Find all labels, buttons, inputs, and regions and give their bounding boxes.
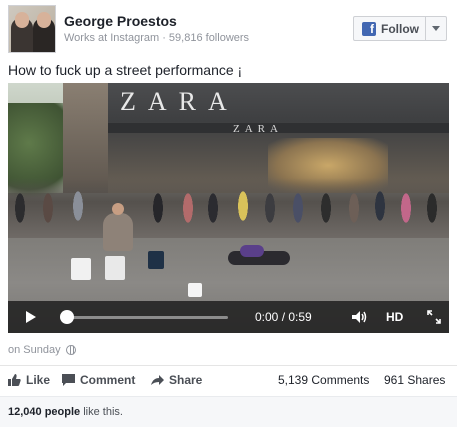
scene-bucket <box>71 258 91 280</box>
hd-toggle[interactable]: HD <box>386 310 403 324</box>
author-name[interactable]: George Proestos <box>64 13 177 29</box>
comment-icon <box>62 374 75 386</box>
scene-bucket <box>105 256 125 280</box>
progress-track[interactable] <box>68 316 228 319</box>
caret-down-icon <box>432 26 441 31</box>
likes-suffix: like this. <box>80 406 123 418</box>
avatar-head-right <box>37 12 51 28</box>
share-label: Share <box>169 373 203 387</box>
follow-button[interactable]: f Follow <box>354 17 425 40</box>
progress-knob[interactable] <box>60 310 74 324</box>
video-controls: 0:00 / 0:59 HD <box>8 301 449 333</box>
fullscreen-icon[interactable] <box>427 310 441 324</box>
scene-drummer <box>103 213 133 251</box>
follow-button-group: f Follow <box>353 16 447 41</box>
scene-person-lying-top <box>240 245 264 257</box>
avatar-head-left <box>15 12 29 28</box>
follow-options-button[interactable] <box>425 17 446 40</box>
globe-icon[interactable] <box>65 345 76 355</box>
comments-count-link[interactable]: 5,139 Comments <box>278 373 369 387</box>
action-bar: Like Comment Share 5,139 Comments 961 Sh… <box>0 367 457 395</box>
likes-count-link[interactable]: 12,040 people <box>8 406 80 418</box>
facebook-f-icon: f <box>362 21 376 36</box>
share-button[interactable]: Share <box>150 373 202 387</box>
scene-bucket <box>188 283 202 297</box>
like-label: Like <box>26 373 51 387</box>
video-time: 0:00 / 0:59 <box>255 310 312 324</box>
divider <box>0 365 457 366</box>
play-icon[interactable] <box>26 311 36 323</box>
likes-text: 12,040 people like this. <box>8 406 123 418</box>
store-sign-small: ZARA <box>233 123 283 135</box>
shares-count-link[interactable]: 961 Shares <box>384 373 445 387</box>
comment-label: Comment <box>80 373 136 387</box>
author-subtitle: Works at Instagram · 59,816 followers <box>64 32 250 44</box>
post-text: How to fuck up a street performance ¡ <box>8 62 243 78</box>
scene-crowd <box>8 178 449 238</box>
thumbs-up-icon <box>8 374 21 386</box>
video-player[interactable]: ZARA ZARA 0:00 / 0:59 HD <box>8 83 449 333</box>
share-arrow-icon <box>151 375 164 385</box>
likes-summary: 12,040 people like this. <box>0 396 457 427</box>
follow-label: Follow <box>381 21 419 36</box>
video-frame: ZARA ZARA <box>8 83 449 333</box>
comment-button[interactable]: Comment <box>62 373 135 387</box>
post-timestamp[interactable]: on Sunday <box>8 344 61 356</box>
like-button[interactable]: Like <box>8 373 50 387</box>
store-sign: ZARA <box>120 87 239 116</box>
author-avatar[interactable] <box>8 5 56 53</box>
scene-bucket <box>148 251 164 269</box>
post-header: George Proestos Works at Instagram · 59,… <box>0 0 457 60</box>
volume-icon[interactable] <box>352 311 368 323</box>
scene-drummer-head <box>112 203 124 215</box>
post-meta: on Sunday <box>8 344 76 356</box>
